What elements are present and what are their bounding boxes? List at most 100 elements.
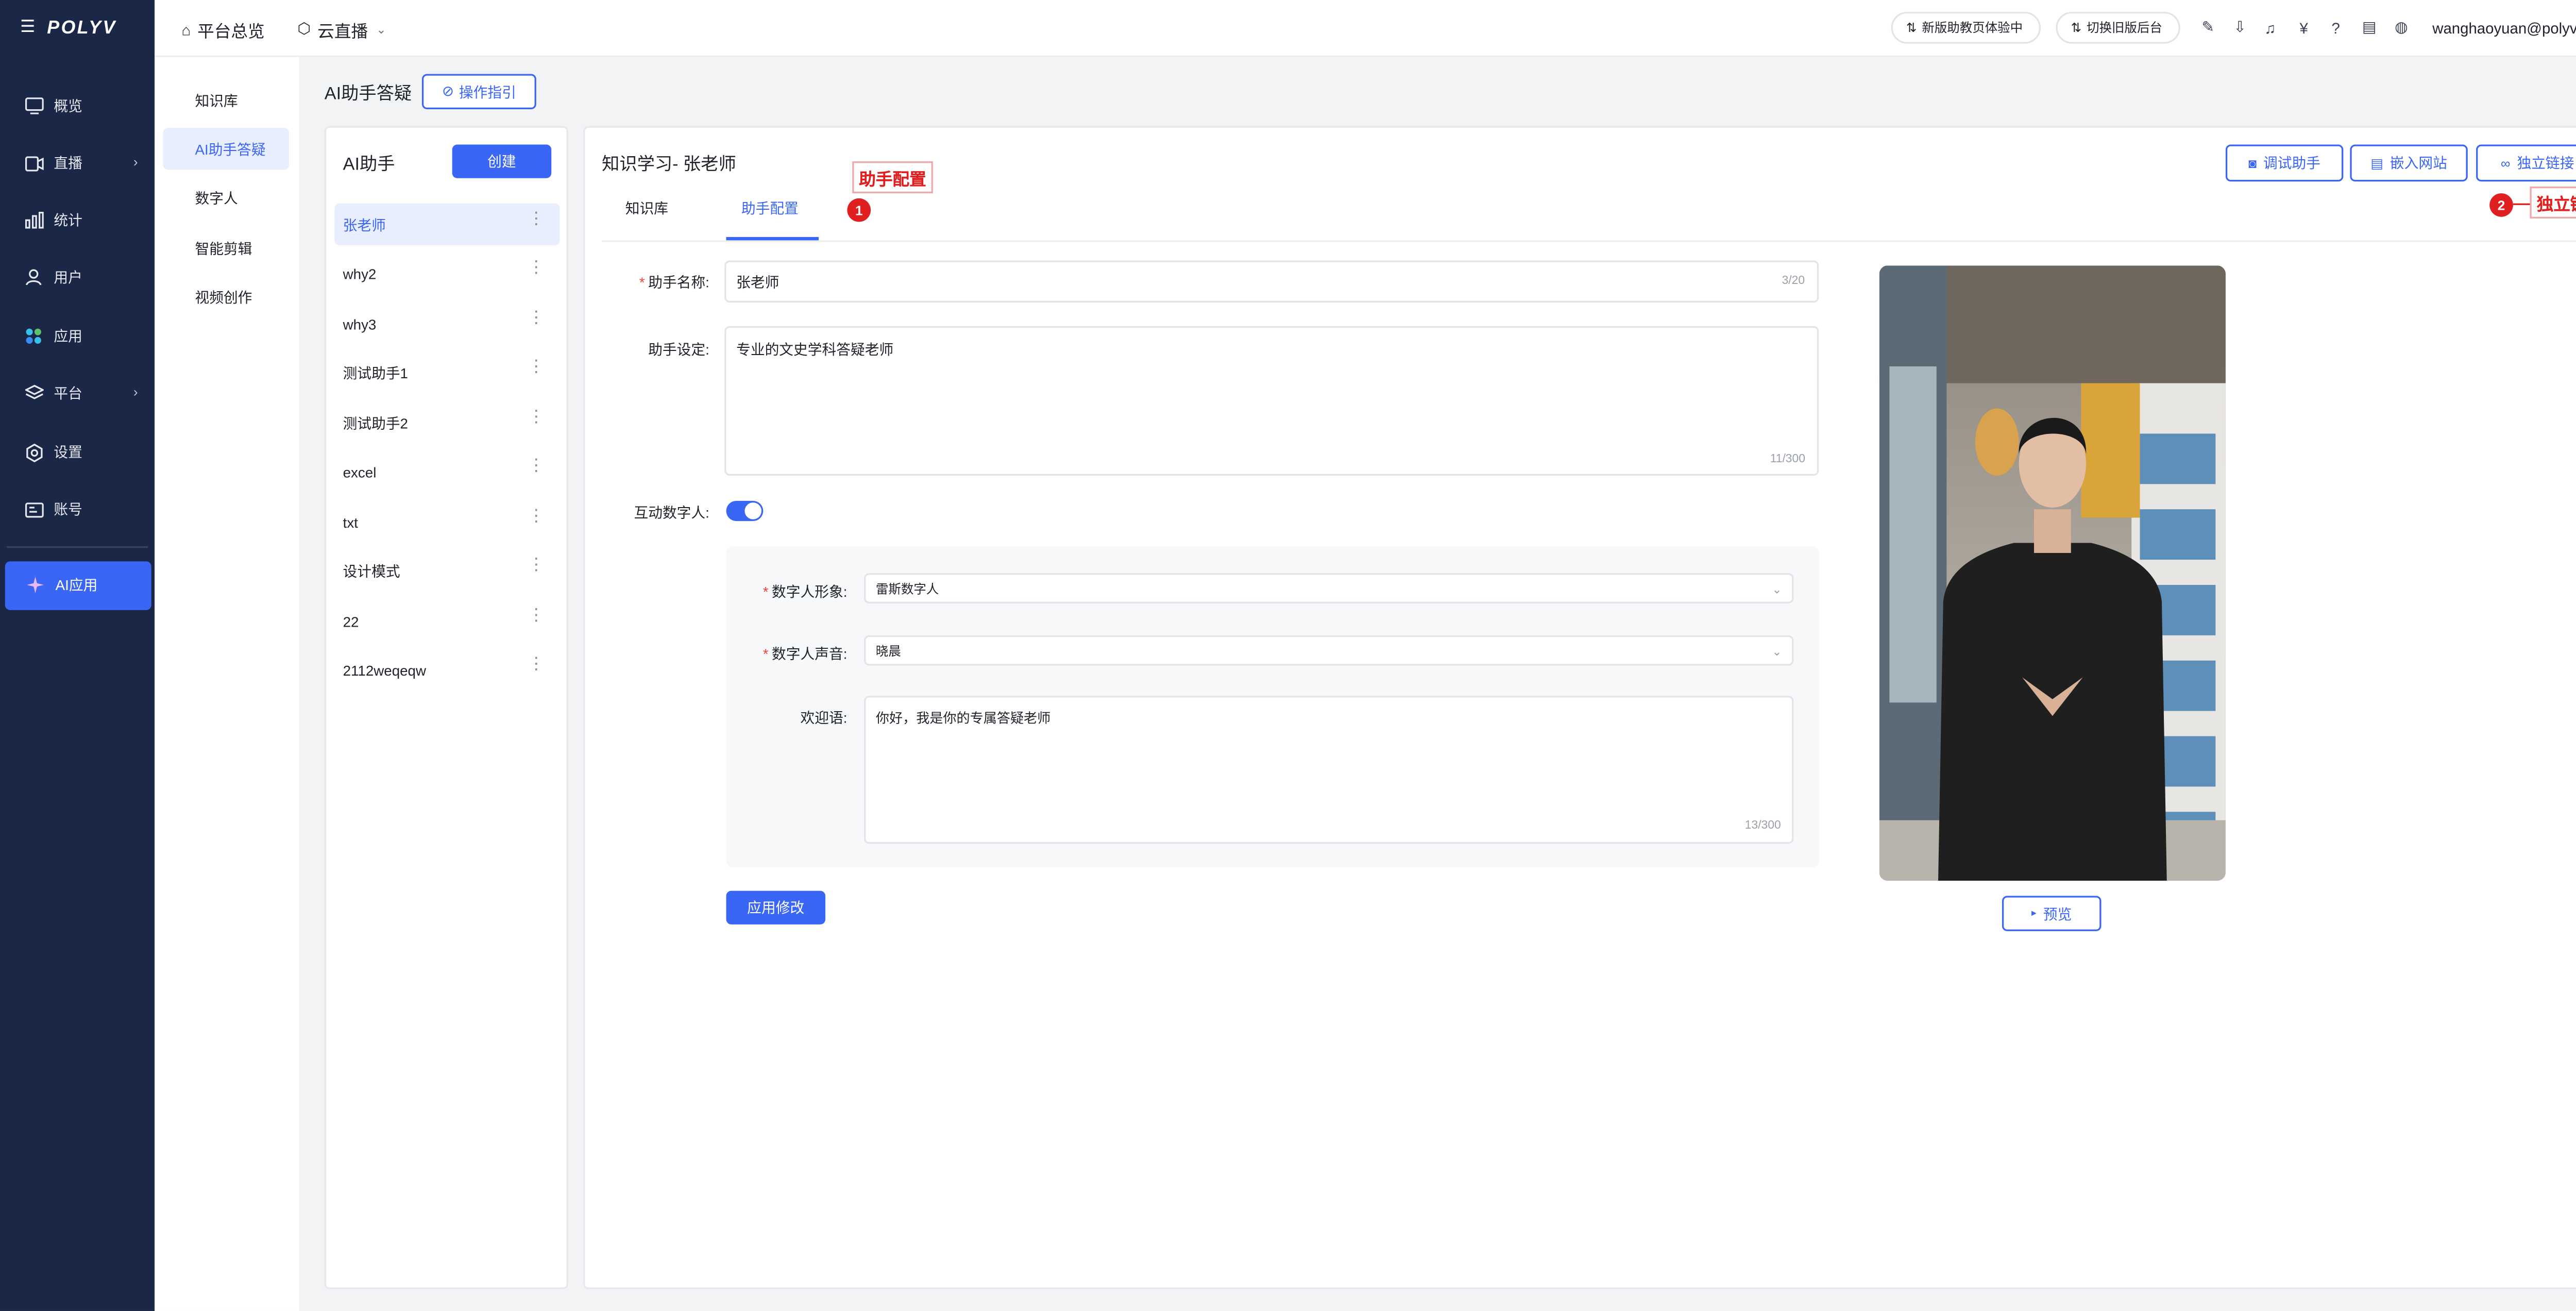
assistant-setting-textarea[interactable]: 专业的文史学科答疑老师 <box>724 326 1819 476</box>
guide-button[interactable]: ⊘ 操作指引 <box>421 74 536 109</box>
digital-human-toggle[interactable] <box>726 500 764 522</box>
bar-chart-icon <box>24 210 44 230</box>
avatar-select[interactable]: 雷斯数字人 ⌄ <box>864 573 1794 603</box>
sidebar: ☰ POLYV 概览 直播 › 统计 用户 应用 平台 › 设置 账号 AI应用 <box>0 0 155 1311</box>
required-mark: * <box>762 645 769 663</box>
more-vertical-icon[interactable]: ⋮ <box>528 359 545 377</box>
label-text: 助手名称: <box>648 274 709 291</box>
assistant-config-panel: 知识学习- 张老师 知识库 助手配置 ◙ 调试助手 ▤ 嵌入网站 ∞ 独立链接 … <box>583 126 2576 1289</box>
nav-label: 直播 <box>54 155 82 172</box>
nav-item-account[interactable]: 账号 <box>0 488 155 531</box>
digital-human-toggle-label: 互动数字人: <box>634 504 709 522</box>
keyboard-icon[interactable]: ▤ <box>2360 19 2379 37</box>
assistant-list-item[interactable]: 张老师 ⋮ <box>334 203 560 246</box>
nav-label: 设置 <box>54 444 82 461</box>
assistant-list-item[interactable]: 测试助手1 ⋮ <box>334 351 560 394</box>
assistant-list-item[interactable]: txt ⋮ <box>334 501 560 543</box>
nav-item-live[interactable]: 直播 › <box>0 141 155 185</box>
globe-icon[interactable]: ◍ <box>2392 19 2411 37</box>
assistant-name-input[interactable]: 张老师 <box>724 260 1819 303</box>
assistant-title: 知识学习- 张老师 <box>602 155 736 175</box>
assistant-list-item[interactable]: 2112weqeqw ⋮ <box>334 649 560 691</box>
download-icon[interactable]: ⇩ <box>2231 19 2249 37</box>
switch-old-backend-button[interactable]: ⇅ 切换旧版后台 <box>2056 11 2180 44</box>
submenu-item-smart-edit[interactable]: 智能剪辑 <box>163 227 289 269</box>
create-assistant-button[interactable]: 创建 <box>452 144 552 178</box>
swap-icon: ⇅ <box>2071 20 2082 36</box>
nav-item-ai-app-inner[interactable]: AI应用 <box>5 563 151 607</box>
name-char-counter: 3/20 <box>1782 275 1805 288</box>
assistant-name: why3 <box>343 315 377 332</box>
welcome-textarea[interactable]: 你好，我是你的专属答疑老师 <box>864 696 1794 844</box>
tab-label: 云直播 <box>317 23 368 42</box>
cube-icon: ⬡ <box>297 20 311 37</box>
help-icon[interactable]: ? <box>2327 19 2345 37</box>
nav-item-users[interactable]: 用户 <box>0 256 155 299</box>
nav-item-apps[interactable]: 应用 <box>0 314 155 358</box>
more-vertical-icon[interactable]: ⋮ <box>528 458 545 476</box>
label-text: 数字人形象: <box>772 583 848 600</box>
play-icon: ▸ <box>2031 909 2037 920</box>
submenu-item-digital-human[interactable]: 数字人 <box>163 176 289 218</box>
more-vertical-icon[interactable]: ⋮ <box>528 608 545 626</box>
user-email[interactable]: wanghaoyuan@polyv.net <box>2432 20 2576 37</box>
tab-cloud-live[interactable]: ⬡ 云直播 ⌄ <box>298 17 386 42</box>
assistant-list-item[interactable]: 设计模式 ⋮ <box>334 550 560 592</box>
assistant-name: 22 <box>343 612 359 630</box>
nav-label: 概览 <box>54 97 82 114</box>
debug-label: 调试助手 <box>2263 155 2321 172</box>
more-vertical-icon[interactable]: ⋮ <box>528 310 545 328</box>
embed-website-button[interactable]: ▤ 嵌入网站 <box>2350 144 2468 182</box>
digital-human-preview-image <box>1879 265 2226 881</box>
nav-item-stats[interactable]: 统计 <box>0 198 155 242</box>
nav-item-settings[interactable]: 设置 <box>0 430 155 474</box>
assistant-list-item[interactable]: 22 ⋮ <box>334 600 560 642</box>
tab-knowledge-base[interactable]: 知识库 <box>625 198 668 218</box>
required-mark: * <box>762 583 769 600</box>
new-help-page-button[interactable]: ⇅ 新版助教页体验中 <box>1891 11 2041 44</box>
assistant-list-item[interactable]: why3 ⋮ <box>334 302 560 345</box>
setting-char-counter: 11/300 <box>1770 453 1805 466</box>
nav-item-overview[interactable]: 概览 <box>0 84 155 128</box>
assistant-name: 测试助手2 <box>343 414 408 431</box>
assistant-setting-label: 助手设定: <box>648 341 709 358</box>
chevron-down-icon: ⌄ <box>1772 585 1782 597</box>
compass-icon: ⊘ <box>442 82 454 99</box>
home-icon: ⌂ <box>181 21 191 38</box>
voice-select[interactable]: 晓晨 ⌄ <box>864 635 1794 666</box>
more-vertical-icon[interactable]: ⋮ <box>528 211 545 229</box>
keyboard-icon: ▤ <box>2370 155 2383 171</box>
user-icon <box>24 267 44 288</box>
more-vertical-icon[interactable]: ⋮ <box>528 557 545 575</box>
more-vertical-icon[interactable]: ⋮ <box>528 260 545 278</box>
assistant-list-item[interactable]: why2 ⋮ <box>334 252 560 294</box>
robot-icon: ◙ <box>2248 155 2257 171</box>
annotation-number-1: 1 <box>847 198 871 222</box>
hamburger-menu-icon[interactable]: ☰ <box>20 20 35 37</box>
bell-icon[interactable]: ♫ <box>2261 19 2279 37</box>
tab-assistant-config[interactable]: 助手配置 <box>741 198 799 218</box>
assistant-list-item[interactable]: 测试助手2 ⋮ <box>334 401 560 444</box>
assistant-name: 测试助手1 <box>343 364 408 381</box>
logo-row: ☰ POLYV <box>0 0 155 57</box>
submenu-item-ai-assistant[interactable]: AI助手答疑 <box>163 127 290 170</box>
preview-button[interactable]: ▸ 预览 <box>2002 896 2102 931</box>
nav-item-ai-app[interactable]: AI应用 <box>5 561 151 610</box>
debug-assistant-button[interactable]: ◙ 调试助手 <box>2225 144 2344 182</box>
currency-icon[interactable]: ¥ <box>2295 19 2313 37</box>
assistant-list-item[interactable]: excel ⋮ <box>334 450 560 493</box>
chevron-right-icon: › <box>133 155 138 170</box>
video-icon <box>24 153 44 173</box>
standalone-link-button[interactable]: ∞ 独立链接 <box>2476 144 2576 182</box>
more-vertical-icon[interactable]: ⋮ <box>528 509 545 526</box>
nav-label: 账号 <box>54 500 82 518</box>
submenu-item-knowledge-base[interactable]: 知识库 <box>163 79 289 121</box>
page-title: AI助手答疑 <box>324 84 412 105</box>
more-vertical-icon[interactable]: ⋮ <box>528 657 545 674</box>
apply-changes-button[interactable]: 应用修改 <box>726 890 826 925</box>
nav-item-platform[interactable]: 平台 › <box>0 372 155 415</box>
more-vertical-icon[interactable]: ⋮ <box>528 409 545 427</box>
submenu-item-video-create[interactable]: 视频创作 <box>163 276 289 318</box>
edit-document-icon[interactable]: ✎ <box>2199 19 2217 37</box>
tab-platform-overview[interactable]: ⌂ 平台总览 <box>181 17 264 42</box>
